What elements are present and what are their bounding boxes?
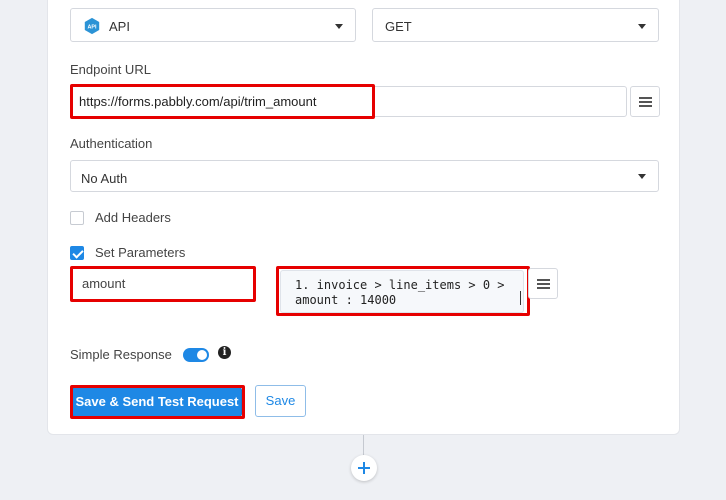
endpoint-highlight <box>70 84 375 119</box>
endpoint-menu-button[interactable] <box>630 86 660 117</box>
app-select-value: API <box>109 19 130 34</box>
app-select[interactable]: API API <box>70 8 356 42</box>
flow-connector <box>363 435 364 455</box>
api-icon: API <box>84 17 100 35</box>
svg-text:API: API <box>88 25 97 31</box>
info-icon[interactable]: i <box>218 346 231 359</box>
simple-response-label: Simple Response <box>70 347 172 362</box>
method-select[interactable]: GET <box>372 8 659 42</box>
authentication-label: Authentication <box>70 136 153 151</box>
set-parameters-label: Set Parameters <box>95 245 186 260</box>
add-headers-label: Add Headers <box>95 210 171 225</box>
action-card: API API GET Endpoint URL https://forms.p… <box>47 0 680 435</box>
simple-response-toggle[interactable] <box>183 348 209 362</box>
authentication-select[interactable]: No Auth <box>70 160 659 192</box>
add-step-button[interactable] <box>351 455 377 481</box>
authentication-select-value: No Auth <box>81 171 128 186</box>
method-select-value: GET <box>385 19 412 34</box>
param-value-highlight <box>276 266 530 316</box>
chevron-down-icon <box>638 174 646 179</box>
save-send-highlight <box>70 385 245 419</box>
add-headers-checkbox[interactable] <box>70 211 84 225</box>
chevron-down-icon <box>335 24 343 29</box>
save-button[interactable]: Save <box>255 385 306 417</box>
param-key-highlight <box>70 266 256 302</box>
endpoint-label: Endpoint URL <box>70 62 151 77</box>
set-parameters-checkbox[interactable] <box>70 246 84 260</box>
param-menu-button[interactable] <box>528 268 558 299</box>
chevron-down-icon <box>638 24 646 29</box>
